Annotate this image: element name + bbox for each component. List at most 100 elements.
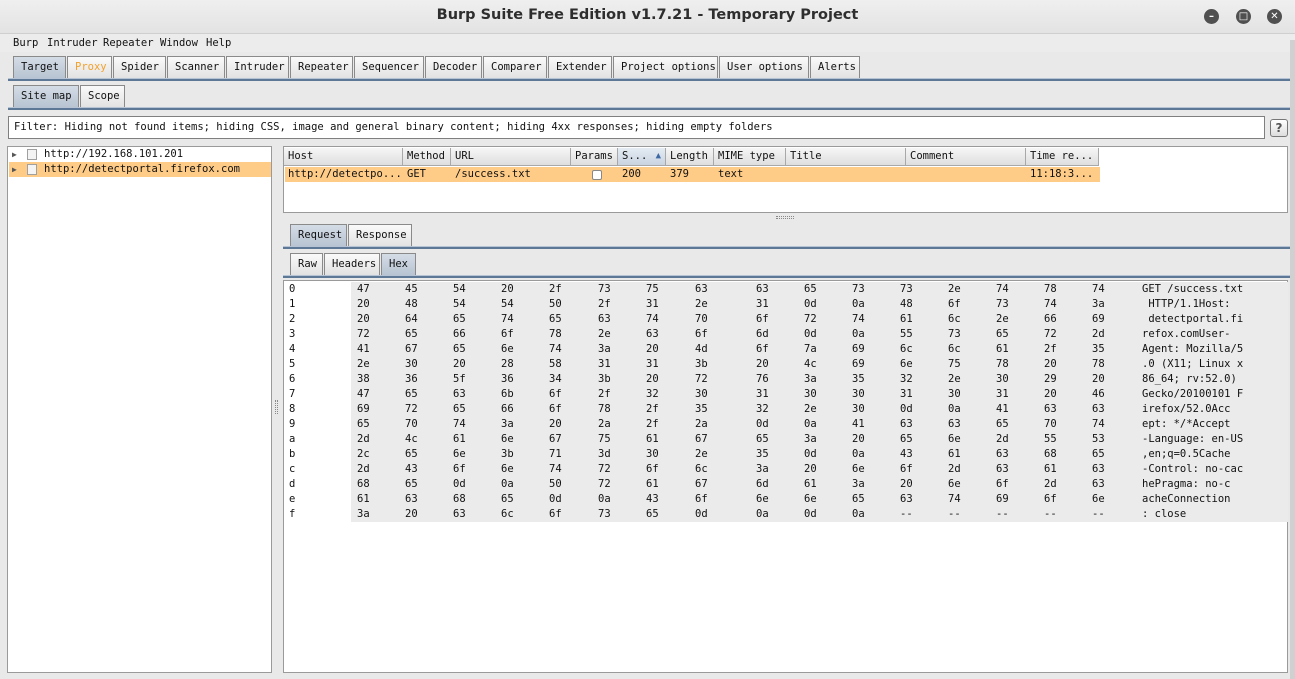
- hex-byte[interactable]: 31: [756, 297, 769, 312]
- hex-byte[interactable]: 78: [549, 327, 562, 342]
- hex-byte[interactable]: 0d: [900, 402, 913, 417]
- tab-scanner[interactable]: Scanner: [167, 56, 225, 78]
- hex-row[interactable]: 1 20 48 54 54 50 2f 31 2e 31 0d 0a 48 6f 73 74 3a HTTP/1…: [285, 297, 1288, 312]
- tab-response[interactable]: Response: [348, 224, 412, 246]
- hex-byte[interactable]: 63: [756, 282, 769, 297]
- hex-byte[interactable]: 61: [900, 312, 913, 327]
- hex-byte[interactable]: 6e: [1092, 492, 1105, 507]
- hex-byte[interactable]: 34: [549, 372, 562, 387]
- hex-byte[interactable]: 0d: [804, 327, 817, 342]
- hex-byte[interactable]: 6d: [756, 327, 769, 342]
- hex-byte[interactable]: 2f: [598, 297, 611, 312]
- hex-byte[interactable]: 61: [453, 432, 466, 447]
- hex-byte[interactable]: 0a: [852, 507, 865, 522]
- hex-byte[interactable]: 69: [1092, 312, 1105, 327]
- tab-comparer[interactable]: Comparer: [483, 56, 547, 78]
- hex-byte[interactable]: 68: [357, 477, 370, 492]
- hex-row[interactable]: a 2d 4c 61 6e 67 75 61 67 65 3a 20 65 6e 2d 55 53 -Langua…: [285, 432, 1288, 447]
- hex-byte[interactable]: 20: [1092, 372, 1105, 387]
- hex-byte[interactable]: 74: [1092, 417, 1105, 432]
- hex-byte[interactable]: 6e: [804, 492, 817, 507]
- hex-byte[interactable]: 3a: [804, 372, 817, 387]
- hex-byte[interactable]: 63: [453, 387, 466, 402]
- vertical-splitter[interactable]: [275, 400, 278, 414]
- menu-repeater[interactable]: Repeater: [103, 37, 154, 49]
- hex-byte[interactable]: 74: [1044, 297, 1057, 312]
- hex-byte[interactable]: 30: [996, 372, 1009, 387]
- hex-byte[interactable]: 28: [501, 357, 514, 372]
- hex-byte[interactable]: 31: [996, 387, 1009, 402]
- hex-byte[interactable]: 65: [501, 492, 514, 507]
- hex-byte[interactable]: 72: [804, 312, 817, 327]
- horizontal-splitter[interactable]: [776, 216, 794, 219]
- hex-byte[interactable]: 20: [1044, 357, 1057, 372]
- hex-byte[interactable]: 70: [1044, 417, 1057, 432]
- hex-byte[interactable]: 63: [996, 462, 1009, 477]
- hex-byte[interactable]: 47: [357, 387, 370, 402]
- tab-alerts[interactable]: Alerts: [810, 56, 860, 78]
- hex-byte[interactable]: 6e: [501, 432, 514, 447]
- expand-arrow-icon[interactable]: ▶: [12, 147, 17, 162]
- hex-byte[interactable]: 63: [1092, 462, 1105, 477]
- hex-byte[interactable]: 48: [405, 297, 418, 312]
- hex-byte[interactable]: 72: [357, 327, 370, 342]
- hex-byte[interactable]: 6f: [900, 462, 913, 477]
- column-comment[interactable]: Comment: [906, 148, 1026, 166]
- hex-byte[interactable]: 2f: [598, 387, 611, 402]
- hex-byte[interactable]: 67: [695, 432, 708, 447]
- hex-byte[interactable]: 70: [695, 312, 708, 327]
- hex-byte[interactable]: 65: [405, 447, 418, 462]
- hex-byte[interactable]: 43: [646, 492, 659, 507]
- hex-byte[interactable]: 78: [1044, 282, 1057, 297]
- tab-hex[interactable]: Hex: [381, 253, 416, 275]
- hex-byte[interactable]: 78: [1092, 357, 1105, 372]
- hex-byte[interactable]: 35: [756, 447, 769, 462]
- hex-byte[interactable]: 75: [646, 282, 659, 297]
- tree-item-host-1[interactable]: ▶ http://192.168.101.201: [9, 147, 271, 162]
- hex-byte[interactable]: 6f: [756, 342, 769, 357]
- hex-byte[interactable]: 0d: [756, 417, 769, 432]
- tab-site-map[interactable]: Site map: [13, 85, 79, 107]
- hex-byte[interactable]: 63: [453, 507, 466, 522]
- hex-byte[interactable]: 2c: [357, 447, 370, 462]
- hex-byte[interactable]: --: [996, 507, 1009, 522]
- hex-byte[interactable]: 6f: [549, 507, 562, 522]
- hex-byte[interactable]: 53: [1092, 432, 1105, 447]
- hex-byte[interactable]: 36: [405, 372, 418, 387]
- help-icon[interactable]: ?: [1270, 119, 1288, 137]
- hex-byte[interactable]: 0a: [852, 447, 865, 462]
- tab-spider[interactable]: Spider: [113, 56, 166, 78]
- tab-sequencer[interactable]: Sequencer: [354, 56, 424, 78]
- hex-byte[interactable]: 74: [501, 312, 514, 327]
- hex-byte[interactable]: 65: [453, 402, 466, 417]
- column-method[interactable]: Method: [403, 148, 451, 166]
- hex-byte[interactable]: 65: [405, 387, 418, 402]
- hex-byte[interactable]: 75: [948, 357, 961, 372]
- hex-byte[interactable]: 2f: [1044, 342, 1057, 357]
- hex-byte[interactable]: 32: [756, 402, 769, 417]
- hex-byte[interactable]: 2e: [804, 402, 817, 417]
- hex-byte[interactable]: 66: [453, 327, 466, 342]
- hex-byte[interactable]: 43: [900, 447, 913, 462]
- hex-byte[interactable]: 6e: [900, 357, 913, 372]
- hex-byte[interactable]: 55: [900, 327, 913, 342]
- hex-byte[interactable]: 65: [646, 507, 659, 522]
- hex-byte[interactable]: 3a: [852, 477, 865, 492]
- hex-row[interactable]: 9 65 70 74 3a 20 2a 2f 2a 0d 0a 41 63 63 65 70 74 ept: */…: [285, 417, 1288, 432]
- hex-byte[interactable]: 4d: [695, 342, 708, 357]
- hex-row[interactable]: 8 69 72 65 66 6f 78 2f 35 32 2e 30 0d 0a 41 63 63 irefox/…: [285, 402, 1288, 417]
- hex-byte[interactable]: 73: [598, 507, 611, 522]
- hex-byte[interactable]: 61: [1044, 462, 1057, 477]
- hex-byte[interactable]: 76: [756, 372, 769, 387]
- hex-byte[interactable]: 63: [900, 492, 913, 507]
- hex-byte[interactable]: 0a: [598, 492, 611, 507]
- hex-byte[interactable]: 0a: [852, 297, 865, 312]
- hex-byte[interactable]: 63: [646, 327, 659, 342]
- hex-byte[interactable]: 41: [852, 417, 865, 432]
- hex-byte[interactable]: 3a: [804, 432, 817, 447]
- hex-byte[interactable]: 73: [598, 282, 611, 297]
- hex-byte[interactable]: 47: [357, 282, 370, 297]
- hex-byte[interactable]: 72: [598, 462, 611, 477]
- hex-byte[interactable]: 31: [598, 357, 611, 372]
- hex-byte[interactable]: 3a: [357, 507, 370, 522]
